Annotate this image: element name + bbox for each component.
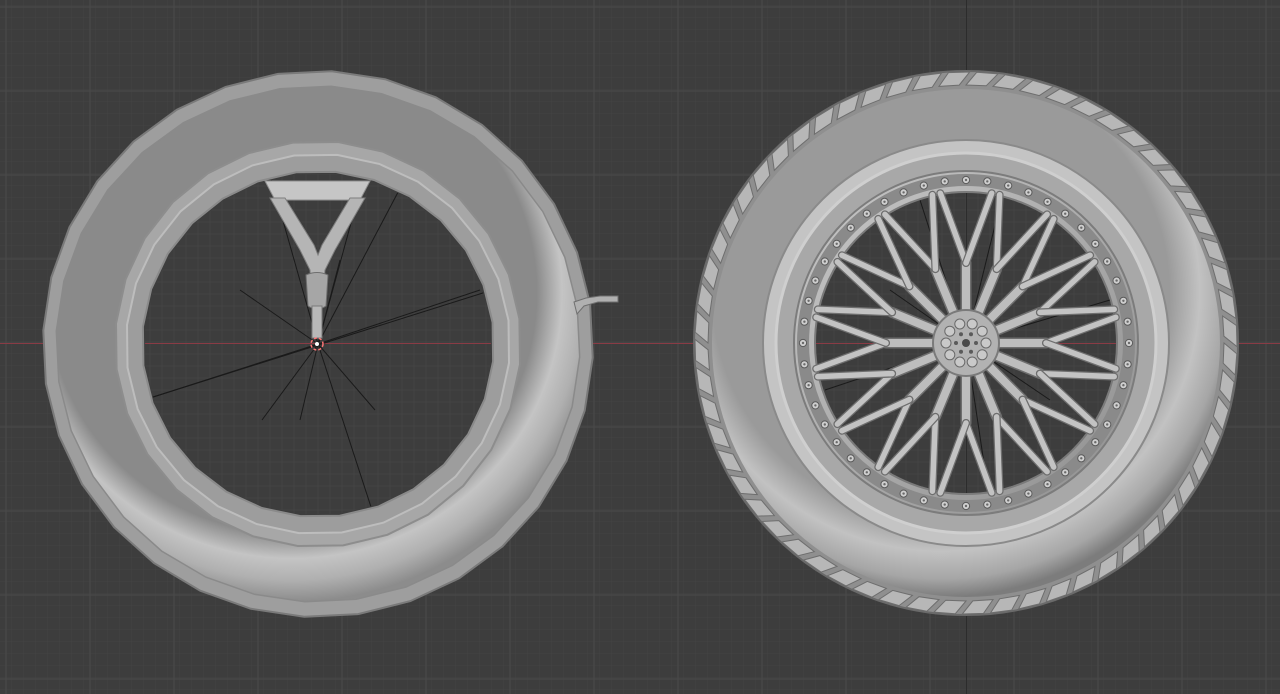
spoke-branch-highlight (929, 192, 939, 272)
spoke-branch-highlight (1037, 306, 1117, 316)
spoke-branch-highlight (815, 306, 895, 316)
spoke-branch-highlight (993, 414, 1003, 494)
spoke-branch-highlight (815, 370, 895, 380)
wheel-high-poly[interactable] (693, 70, 1239, 616)
hub-center-cap (962, 339, 970, 347)
3d-viewport[interactable] (0, 0, 1280, 694)
spoke-branch-highlight (929, 414, 939, 494)
spoke-branch-highlight (1037, 370, 1117, 380)
spoke-branch-highlight (993, 192, 1003, 272)
viewport-canvas[interactable] (0, 0, 1280, 694)
